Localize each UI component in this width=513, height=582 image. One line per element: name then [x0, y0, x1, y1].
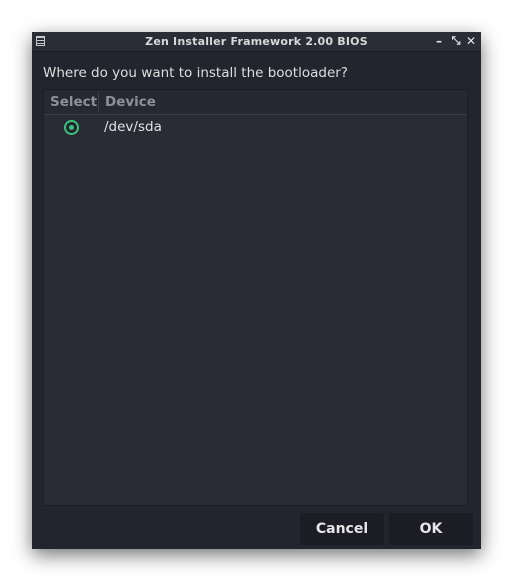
ok-button[interactable]: OK — [389, 513, 473, 545]
table-row[interactable]: /dev/sda — [44, 115, 467, 139]
device-radio-button[interactable] — [64, 120, 79, 135]
device-table: Select Device /dev/sda — [43, 89, 468, 506]
maximize-icon[interactable]: ⤡ — [449, 33, 463, 49]
title-bar[interactable]: Zen Installer Framework 2.00 BIOS – ⤡ ✕ — [32, 32, 481, 52]
close-icon[interactable]: ✕ — [464, 33, 478, 49]
device-name: /dev/sda — [104, 119, 162, 135]
table-header: Select Device — [44, 90, 467, 115]
installer-dialog: Zen Installer Framework 2.00 BIOS – ⤡ ✕ … — [32, 32, 481, 549]
column-header-select[interactable]: Select — [50, 90, 98, 114]
bootloader-prompt: Where do you want to install the bootloa… — [43, 65, 348, 81]
window-title: Zen Installer Framework 2.00 BIOS — [145, 35, 368, 48]
column-header-device[interactable]: Device — [105, 90, 156, 114]
radio-selected-dot — [69, 125, 74, 130]
minimize-icon[interactable]: – — [432, 33, 446, 49]
cancel-button[interactable]: Cancel — [300, 513, 384, 545]
column-separator[interactable] — [98, 92, 99, 112]
